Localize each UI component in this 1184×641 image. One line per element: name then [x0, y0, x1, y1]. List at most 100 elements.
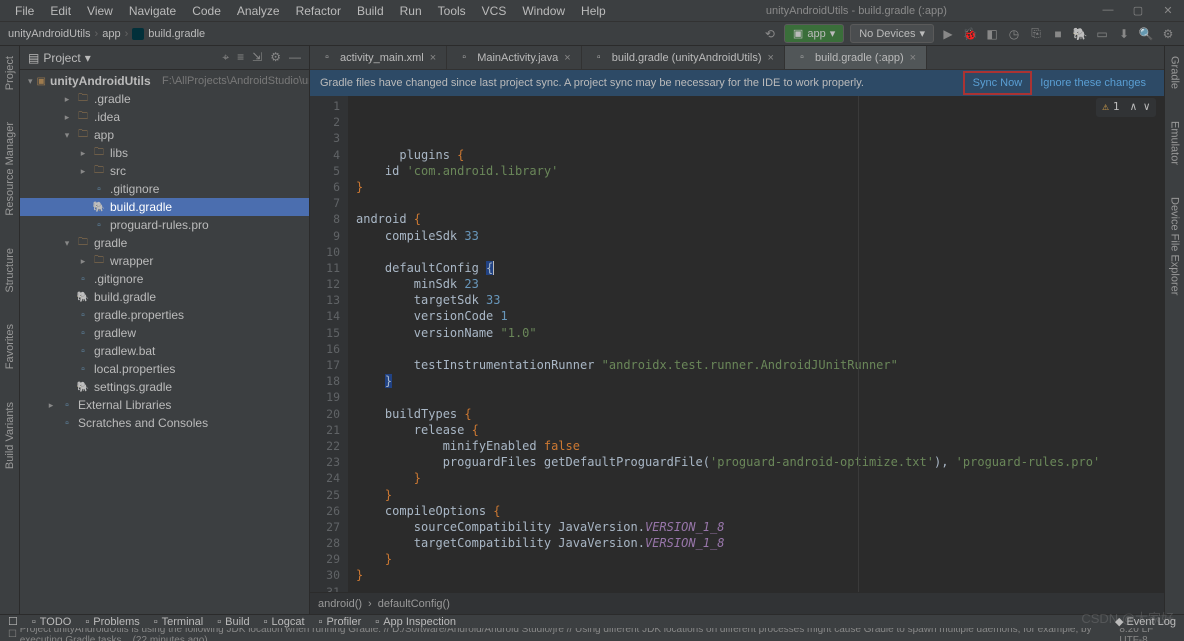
tree-item--gradle[interactable]: ▸🗀.gradle — [20, 90, 309, 108]
close-tab-icon[interactable]: × — [430, 52, 436, 64]
coverage-icon[interactable]: ◧ — [984, 26, 1000, 42]
bottom-tool-logcat[interactable]: ▫Logcat — [264, 616, 305, 628]
gutter[interactable]: 1234567891011121314151617181920212223242… — [310, 96, 348, 592]
inspection-indicator[interactable]: ⚠1 ∧ ∨ — [1096, 98, 1156, 117]
tree-item--idea[interactable]: ▸🗀.idea — [20, 108, 309, 126]
debug-icon[interactable]: 🐞 — [962, 26, 978, 42]
left-tool-build-variants[interactable]: Build Variants — [4, 396, 16, 475]
tree-item-settings-gradle[interactable]: 🐘settings.gradle — [20, 378, 309, 396]
right-tool-gradle[interactable]: Gradle — [1169, 50, 1181, 95]
right-tool-emulator[interactable]: Emulator — [1169, 115, 1181, 171]
breadcrumb-project[interactable]: unityAndroidUtils — [8, 28, 91, 40]
close-tab-icon[interactable]: × — [910, 52, 916, 64]
menu-help[interactable]: Help — [574, 2, 613, 20]
left-tool-favorites[interactable]: Favorites — [4, 318, 16, 375]
ignore-changes-button[interactable]: Ignore these changes — [1032, 77, 1154, 89]
tab-build-gradle-unityandroidutils-[interactable]: ▫build.gradle (unityAndroidUtils)× — [582, 46, 785, 69]
profiler-icon[interactable]: ◷ — [1006, 26, 1022, 42]
collapse-all-icon[interactable]: ⇲ — [252, 50, 262, 65]
project-view-dropdown[interactable]: ▤ Project ▾ — [28, 51, 216, 65]
left-tool-resource-manager[interactable]: Resource Manager — [4, 116, 16, 222]
tree-item-build-gradle[interactable]: 🐘build.gradle — [20, 288, 309, 306]
search-icon[interactable]: 🔍 — [1138, 26, 1154, 42]
file-icon: ▫ — [76, 326, 90, 340]
file-icon: 🐘 — [76, 380, 90, 394]
menu-build[interactable]: Build — [350, 2, 391, 20]
editor-body[interactable]: 1234567891011121314151617181920212223242… — [310, 96, 1164, 592]
tree-item-gradle-properties[interactable]: ▫gradle.properties — [20, 306, 309, 324]
project-panel: ▤ Project ▾ ⌖ ≡ ⇲ ⚙ — ▾▣ unityAndroidUti… — [20, 46, 310, 614]
menu-analyze[interactable]: Analyze — [230, 2, 287, 20]
tab-mainactivity-java[interactable]: ▫MainActivity.java× — [447, 46, 582, 69]
left-tool-project[interactable]: Project — [4, 50, 16, 96]
crumb-item[interactable]: defaultConfig() — [378, 598, 450, 610]
tree-item-external-libraries[interactable]: ▸▫External Libraries — [20, 396, 309, 414]
tool-window-toggle-icon[interactable]: ☐ — [8, 615, 18, 628]
tree-item-build-gradle[interactable]: 🐘build.gradle — [20, 198, 309, 216]
breadcrumb-file[interactable]: build.gradle — [148, 28, 205, 40]
menu-edit[interactable]: Edit — [43, 2, 78, 20]
right-tool-device-file-explorer[interactable]: Device File Explorer — [1169, 191, 1181, 301]
menu-navigate[interactable]: Navigate — [122, 2, 183, 20]
sync-gradle-icon[interactable]: 🐘 — [1072, 26, 1088, 42]
tree-item-proguard-rules-pro[interactable]: ▫proguard-rules.pro — [20, 216, 309, 234]
run-icon[interactable]: ▶ — [940, 26, 956, 42]
tab-activity-main-xml[interactable]: ▫activity_main.xml× — [310, 46, 447, 69]
close-tab-icon[interactable]: × — [768, 52, 774, 64]
close-icon[interactable]: ✕ — [1160, 4, 1176, 17]
menu-tools[interactable]: Tools — [431, 2, 473, 20]
tree-item-src[interactable]: ▸🗀src — [20, 162, 309, 180]
tree-item-wrapper[interactable]: ▸🗀wrapper — [20, 252, 309, 270]
menu-refactor[interactable]: Refactor — [289, 2, 348, 20]
sync-now-button[interactable]: Sync Now — [963, 71, 1033, 95]
bottom-tool-problems[interactable]: ▫Problems — [85, 616, 139, 628]
device-dropdown[interactable]: No Devices ▾ — [850, 24, 934, 43]
bottom-tool-terminal[interactable]: ▫Terminal — [154, 616, 203, 628]
settings-icon[interactable]: ⚙ — [1160, 26, 1176, 42]
tree-item-local-properties[interactable]: ▫local.properties — [20, 360, 309, 378]
close-tab-icon[interactable]: × — [564, 52, 570, 64]
left-tool-structure[interactable]: Structure — [4, 242, 16, 299]
status-hint[interactable]: ☐ — [8, 629, 17, 640]
avd-icon[interactable]: ▭ — [1094, 26, 1110, 42]
select-opened-icon[interactable]: ⌖ — [222, 50, 229, 65]
menu-run[interactable]: Run — [393, 2, 429, 20]
menu-file[interactable]: File — [8, 2, 41, 20]
minimize-icon[interactable]: — — [1100, 4, 1116, 17]
tree-item-app[interactable]: ▾🗀app — [20, 126, 309, 144]
run-config-dropdown[interactable]: ▣ app ▾ — [784, 24, 844, 43]
sync-icon[interactable]: ⟲ — [762, 26, 778, 42]
bottom-tool-build[interactable]: ▫Build — [217, 616, 249, 628]
watermark: CSDN @大家好 — [1081, 608, 1174, 627]
tree-item-scratches-and-consoles[interactable]: ▫Scratches and Consoles — [20, 414, 309, 432]
tree-item-gradlew-bat[interactable]: ▫gradlew.bat — [20, 342, 309, 360]
bottom-tool-todo[interactable]: ▫TODO — [32, 616, 71, 628]
tree-item--gitignore[interactable]: ▫.gitignore — [20, 180, 309, 198]
maximize-icon[interactable]: ▢ — [1130, 4, 1146, 17]
stop-icon[interactable]: ■ — [1050, 26, 1066, 42]
menu-vcs[interactable]: VCS — [475, 2, 514, 20]
tree-item--gitignore[interactable]: ▫.gitignore — [20, 270, 309, 288]
expand-all-icon[interactable]: ≡ — [237, 50, 244, 65]
file-icon: ▫ — [76, 272, 90, 286]
tab-build-gradle-app-[interactable]: ▫build.gradle (:app)× — [785, 46, 927, 69]
file-icon: ▫ — [60, 398, 74, 412]
tree-item-gradlew[interactable]: ▫gradlew — [20, 324, 309, 342]
gradle-sync-bar: Gradle files have changed since last pro… — [310, 70, 1164, 96]
tree-item-gradle[interactable]: ▾🗀gradle — [20, 234, 309, 252]
menu-code[interactable]: Code — [185, 2, 228, 20]
sdk-icon[interactable]: ⬇ — [1116, 26, 1132, 42]
bottom-tool-app-inspection[interactable]: ▫App Inspection — [375, 616, 456, 628]
tree-root[interactable]: ▾▣ unityAndroidUtils F:\AllProjects\Andr… — [20, 72, 309, 90]
hide-icon[interactable]: — — [289, 50, 301, 65]
tree-item-libs[interactable]: ▸🗀libs — [20, 144, 309, 162]
attach-icon[interactable]: ⎘ — [1028, 26, 1044, 42]
bottom-tool-profiler[interactable]: ▫Profiler — [319, 616, 362, 628]
gear-icon[interactable]: ⚙ — [270, 50, 281, 65]
menu-window[interactable]: Window — [515, 2, 572, 20]
breadcrumb-module[interactable]: app — [102, 28, 120, 40]
code-editor[interactable]: ⚠1 ∧ ∨ plugins { id 'com.android.library… — [348, 96, 1164, 592]
menu-view[interactable]: View — [80, 2, 120, 20]
project-tree[interactable]: ▾▣ unityAndroidUtils F:\AllProjects\Andr… — [20, 70, 309, 614]
crumb-item[interactable]: android() — [318, 598, 362, 610]
